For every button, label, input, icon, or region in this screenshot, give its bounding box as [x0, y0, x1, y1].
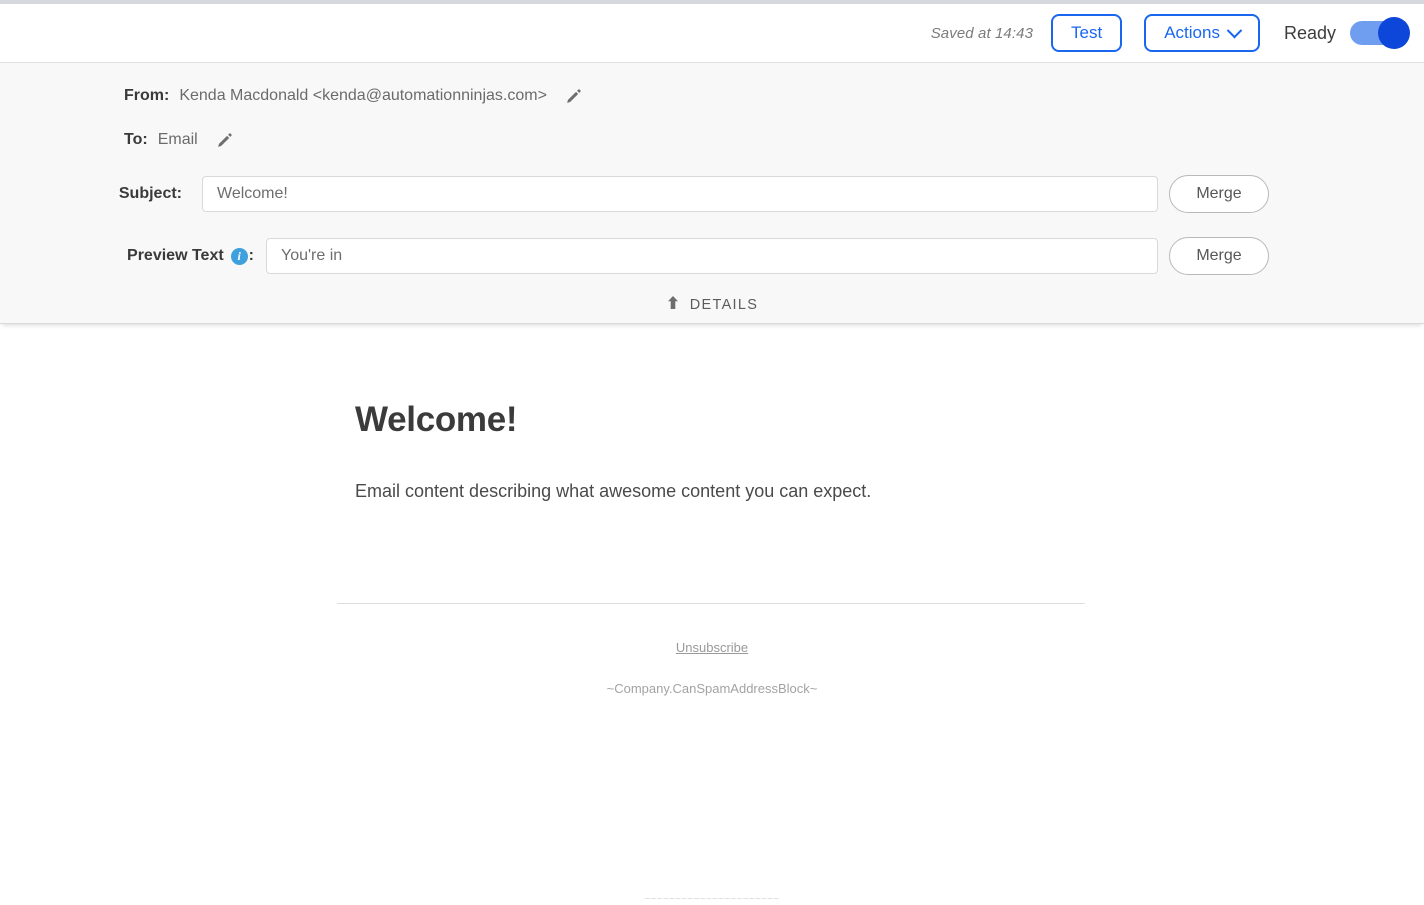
- email-preview-area: Welcome! Email content describing what a…: [0, 324, 1424, 905]
- preview-label-colon: :: [248, 247, 254, 264]
- details-collapse-toggle[interactable]: DETAILS: [0, 287, 1424, 323]
- to-label: To:: [124, 131, 148, 148]
- email-address-block: ~Company.CanSpamAddressBlock~: [606, 681, 818, 696]
- ready-toggle-switch[interactable]: [1350, 17, 1410, 49]
- arrow-up-icon: [666, 295, 680, 315]
- chevron-down-icon: [1226, 22, 1243, 38]
- email-divider: [337, 603, 1085, 604]
- ready-toggle-group[interactable]: Ready: [1283, 17, 1410, 49]
- toggle-knob: [1378, 17, 1410, 49]
- unsubscribe-link[interactable]: Unsubscribe: [676, 640, 748, 655]
- subject-input[interactable]: [202, 176, 1158, 212]
- email-bottom-code: ~~~~~~~~~~~~~~~~~~~~~~: [644, 894, 780, 905]
- details-toggle-label: DETAILS: [689, 297, 759, 313]
- from-label: From:: [124, 87, 170, 104]
- info-icon[interactable]: i: [230, 247, 248, 265]
- preview-merge-button[interactable]: Merge: [1169, 237, 1269, 275]
- test-button[interactable]: Test: [1051, 14, 1123, 52]
- preview-text-label: Preview Text: [127, 247, 224, 264]
- preview-text-input[interactable]: [266, 238, 1158, 274]
- email-details-panel: From: Kenda Macdonald <kenda@automationn…: [0, 63, 1424, 324]
- actions-dropdown-button[interactable]: Actions: [1144, 14, 1260, 52]
- email-footer-links: Unsubscribe: [337, 639, 1087, 657]
- email-paragraph: Email content describing what awesome co…: [355, 481, 872, 501]
- preview-text-row: Preview Text i : Merge: [0, 225, 1424, 287]
- from-row: From: Kenda Macdonald <kenda@automationn…: [0, 75, 1424, 117]
- ready-label: Ready: [1283, 22, 1336, 43]
- from-value: Kenda Macdonald <kenda@automationninjas.…: [179, 87, 547, 104]
- email-heading: Welcome!: [355, 400, 518, 439]
- subject-row: Subject: Merge: [0, 163, 1424, 225]
- actions-button-label: Actions: [1164, 23, 1220, 42]
- saved-status-text: Saved at 14:43: [930, 24, 1034, 42]
- subject-label: Subject:: [118, 185, 182, 202]
- edit-to-pencil-icon[interactable]: [216, 132, 233, 149]
- edit-from-pencil-icon[interactable]: [565, 88, 582, 105]
- to-value: Email: [157, 131, 198, 148]
- top-toolbar: Saved at 14:43 Test Actions Ready: [0, 4, 1424, 63]
- to-row: To: Email: [0, 117, 1424, 163]
- email-content-container: Welcome! Email content describing what a…: [337, 324, 1087, 696]
- subject-label-cell: Subject:: [0, 185, 202, 203]
- subject-merge-button[interactable]: Merge: [1169, 175, 1269, 213]
- preview-label-cell: Preview Text i :: [0, 247, 266, 265]
